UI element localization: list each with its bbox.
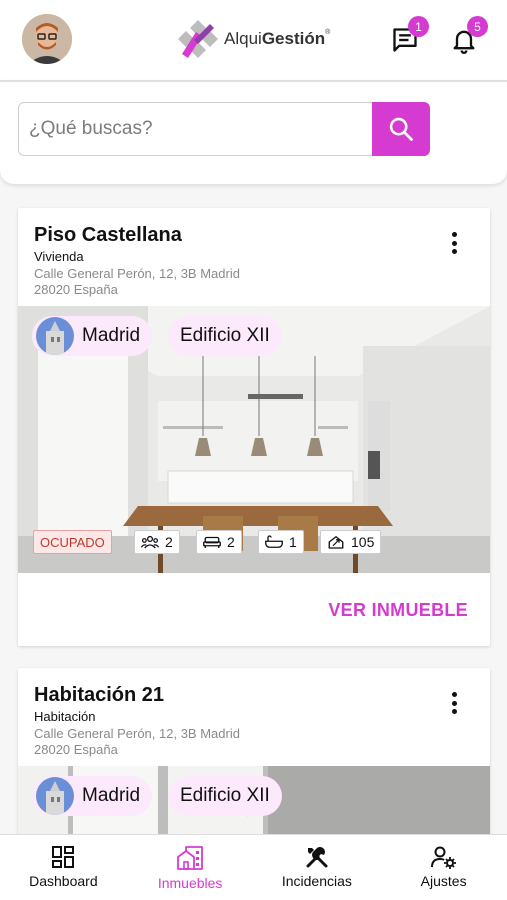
bed-icon xyxy=(203,536,221,548)
bathtub-icon xyxy=(265,535,283,548)
city-avatar xyxy=(36,317,74,355)
more-options-button[interactable] xyxy=(444,230,464,256)
property-type: Habitación xyxy=(34,709,96,724)
property-address: Calle General Perón, 12, 3B Madrid 28020… xyxy=(34,726,240,758)
logo-mark-icon xyxy=(178,20,218,58)
status-badge: OCUPADO xyxy=(33,530,112,554)
more-vert-icon xyxy=(451,232,457,237)
user-avatar[interactable] xyxy=(22,14,72,64)
tenants-stat: 2 xyxy=(134,530,180,554)
bathrooms-stat: 1 xyxy=(258,530,304,554)
notifications-badge: 5 xyxy=(467,16,488,37)
tools-icon xyxy=(306,847,328,868)
house-size-icon xyxy=(328,536,344,549)
messages-button[interactable]: 1 xyxy=(391,16,429,54)
address-line-2: 28020 España xyxy=(34,742,118,757)
search-button[interactable] xyxy=(372,102,430,156)
more-vert-icon xyxy=(451,692,457,697)
bathrooms-count: 1 xyxy=(289,534,297,550)
area-stat: 105 xyxy=(320,530,382,554)
city-label: Madrid xyxy=(82,785,141,806)
city-chip[interactable]: Madrid xyxy=(32,316,153,356)
people-icon xyxy=(141,535,159,549)
more-options-button[interactable] xyxy=(444,690,464,716)
city-label: Madrid xyxy=(82,325,141,346)
notifications-button[interactable]: 5 xyxy=(450,16,488,54)
tenants-count: 2 xyxy=(165,534,173,550)
property-photo[interactable]: Madrid Edificio XII xyxy=(18,766,490,838)
address-line-1: Calle General Perón, 12, 3B Madrid xyxy=(34,726,240,741)
address-line-1: Calle General Perón, 12, 3B Madrid xyxy=(34,266,240,281)
view-property-button[interactable]: VER INMUEBLE xyxy=(328,600,468,621)
city-chip[interactable]: Madrid xyxy=(32,776,153,816)
property-address: Calle General Perón, 12, 3B Madrid 28020… xyxy=(34,266,240,298)
building-icon xyxy=(177,846,204,870)
property-card: Piso Castellana Vivienda Calle General P… xyxy=(18,208,490,646)
building-label: Edificio XII xyxy=(180,325,270,346)
building-label: Edificio XII xyxy=(180,785,270,806)
building-chip[interactable]: Edificio XII xyxy=(168,316,282,356)
property-type: Vivienda xyxy=(34,249,84,264)
nav-inmuebles[interactable]: Inmuebles xyxy=(127,835,254,900)
property-title: Piso Castellana xyxy=(34,224,182,246)
nav-label: Dashboard xyxy=(29,873,98,889)
bedrooms-count: 2 xyxy=(227,534,235,550)
address-line-2: 28020 España xyxy=(34,282,118,297)
bedrooms-stat: 2 xyxy=(196,530,242,554)
property-title: Habitación 21 xyxy=(34,684,165,706)
city-avatar xyxy=(36,777,74,815)
user-settings-icon xyxy=(430,846,456,869)
nav-label: Ajustes xyxy=(420,873,467,889)
app-header: AlquiGestión® 1 5 xyxy=(0,0,507,80)
property-card: Habitación 21 Habitación Calle General P… xyxy=(18,668,490,838)
nav-dashboard[interactable]: Dashboard xyxy=(0,835,127,900)
bottom-navigation: Dashboard Inmuebles Incidencias Ajustes xyxy=(0,834,507,900)
building-chip[interactable]: Edificio XII xyxy=(168,776,282,816)
nav-label: Inmuebles xyxy=(157,875,223,891)
property-photo[interactable]: Madrid Edificio XII OCUPADO 2 2 1 105 xyxy=(18,306,490,573)
nav-label: Incidencias xyxy=(281,873,352,889)
search-icon xyxy=(389,117,413,141)
nav-ajustes[interactable]: Ajustes xyxy=(380,835,507,900)
brand-name: AlquiGestión® xyxy=(224,29,331,48)
messages-badge: 1 xyxy=(408,16,429,37)
search-input[interactable] xyxy=(18,102,374,156)
area-value: 105 xyxy=(351,534,375,550)
dashboard-icon xyxy=(52,846,75,868)
app-logo: AlquiGestión® xyxy=(176,18,330,60)
nav-incidencias[interactable]: Incidencias xyxy=(254,835,381,900)
search-panel xyxy=(0,80,507,184)
